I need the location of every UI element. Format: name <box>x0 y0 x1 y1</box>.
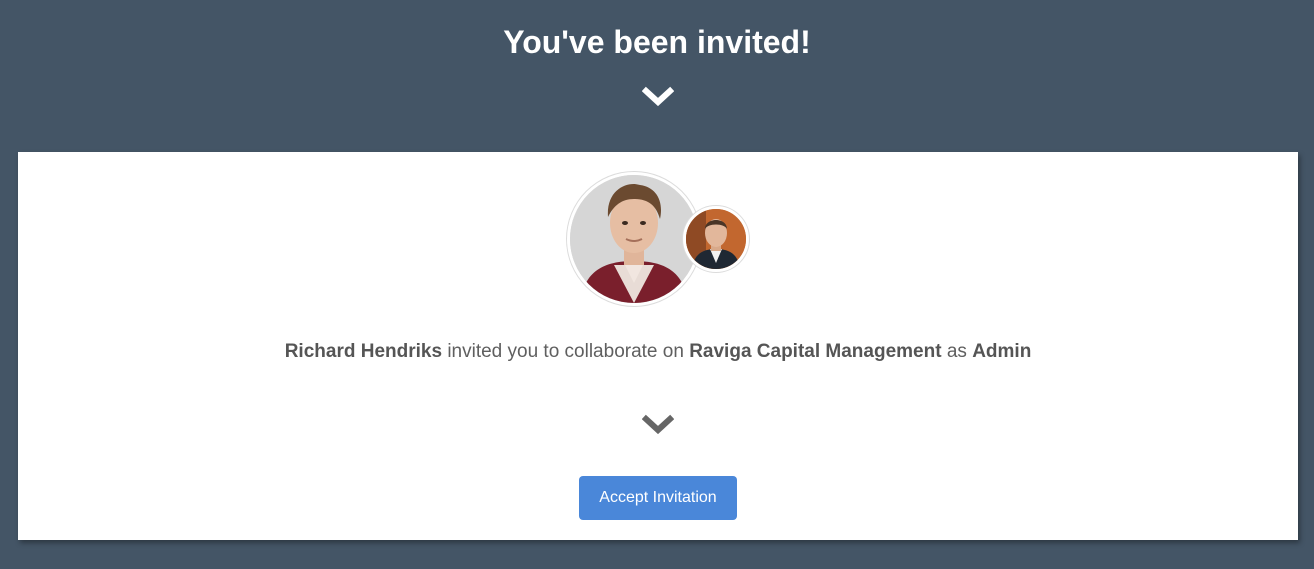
role-name: Admin <box>972 341 1032 362</box>
inviter-avatar <box>567 172 701 306</box>
organization-name: Raviga Capital Management <box>689 341 942 362</box>
chevron-down-icon <box>642 414 674 435</box>
organization-avatar <box>683 206 749 272</box>
invitation-card: Richard Hendriks invited you to collabor… <box>18 152 1298 540</box>
invited-text: invited you to collaborate on <box>447 341 684 362</box>
chevron-down-icon <box>642 86 674 107</box>
invitation-message: Richard Hendriks invited you to collabor… <box>18 340 1298 364</box>
accept-invitation-button[interactable]: Accept Invitation <box>579 476 737 520</box>
page-title: You've been invited! <box>503 24 811 60</box>
inviter-name: Richard Hendriks <box>284 341 443 362</box>
as-text: as <box>946 341 967 362</box>
